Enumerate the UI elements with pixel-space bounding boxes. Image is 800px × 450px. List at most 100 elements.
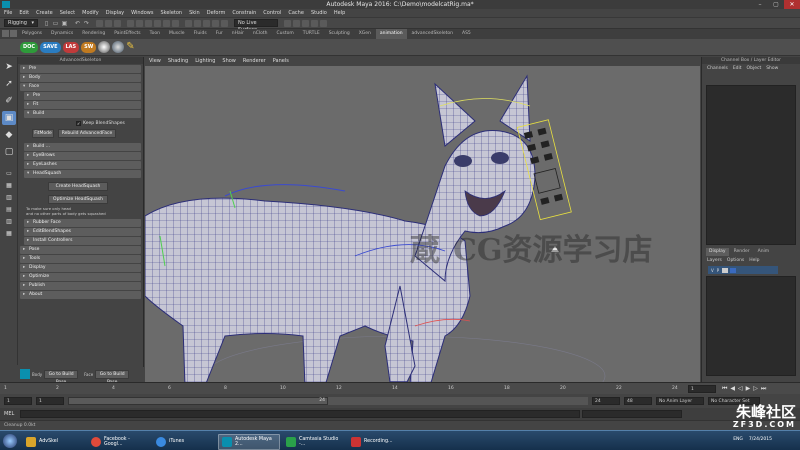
rebuild-advancedface-button[interactable]: Rebuild AdvancedFace <box>58 129 116 138</box>
layout-four-icon[interactable]: ▦ <box>2 181 16 190</box>
paint-select-icon[interactable]: ✐ <box>2 94 16 108</box>
viewport-menu-show[interactable]: Show <box>222 57 236 66</box>
mask-icon[interactable] <box>145 19 152 27</box>
redo-icon[interactable]: ↷ <box>83 20 90 27</box>
shelf-tab-painteffects[interactable]: PaintEffects <box>110 29 144 39</box>
section-display[interactable]: ▸ Display <box>20 264 141 272</box>
create-headsquash-button[interactable]: Create HeadSquash <box>48 182 108 191</box>
shelf-tab-sculpting[interactable]: Sculpting <box>325 29 354 39</box>
fitmode-button[interactable]: FitMode <box>32 129 54 138</box>
section-face-pre[interactable]: ▸ Pre <box>24 92 141 100</box>
menu-display[interactable]: Display <box>106 9 124 18</box>
shelf-tab-dynamics[interactable]: Dynamics <box>47 29 77 39</box>
channel-menu-edit[interactable]: Edit <box>733 66 742 71</box>
move-tool-icon[interactable]: ▣ <box>2 111 16 125</box>
range-start-field[interactable]: 1 <box>4 397 32 405</box>
shelf-tab-polygons[interactable]: Polygons <box>18 29 46 39</box>
section-face[interactable]: ▾ Face <box>20 83 141 91</box>
menu-skeleton[interactable]: Skeleton <box>160 9 182 18</box>
start-button[interactable] <box>3 433 17 448</box>
shelf-las-button[interactable]: LAS <box>62 41 80 53</box>
viewport-menu-view[interactable]: View <box>149 57 161 66</box>
playback-end-field[interactable]: 24 <box>592 397 620 405</box>
keep-blendshapes-checkbox[interactable]: ✓ <box>76 121 81 126</box>
viewport-menu-shading[interactable]: Shading <box>168 57 188 66</box>
step-forward-icon[interactable]: ▷ <box>753 385 758 392</box>
current-frame-field[interactable]: 1 <box>688 384 716 393</box>
mask-icon[interactable] <box>127 19 134 27</box>
viewport-menu-renderer[interactable]: Renderer <box>243 57 266 66</box>
menu-studio[interactable]: Studio <box>311 9 327 18</box>
live-surface-field[interactable]: No Live Surface <box>234 19 278 33</box>
save-scene-icon[interactable]: ▣ <box>61 20 68 27</box>
layout-graph-icon[interactable]: ▥ <box>2 217 16 226</box>
go-to-start-icon[interactable]: ⏮ <box>722 385 727 393</box>
open-scene-icon[interactable]: ▭ <box>52 20 59 27</box>
shelf-tab-xgen[interactable]: XGen <box>355 29 375 39</box>
play-backward-icon[interactable]: ◁ <box>738 385 743 392</box>
shelf-tab-nhair[interactable]: nHair <box>228 29 248 39</box>
snap-point-icon[interactable] <box>203 19 210 27</box>
viewport-menu-panels[interactable]: Panels <box>273 57 289 66</box>
section-rubber-face[interactable]: ▸ Rubber Face <box>24 219 141 227</box>
shelf-settings-icon[interactable] <box>2 30 9 37</box>
taskbar-item-recording[interactable]: Recording... <box>348 434 410 450</box>
taskbar-item-advskel[interactable]: AdvSkel <box>23 434 85 450</box>
go-to-end-icon[interactable]: ⏭ <box>761 385 766 393</box>
mel-input[interactable] <box>20 410 581 418</box>
menu-constrain[interactable]: Constrain <box>232 9 256 18</box>
snap-surface-icon[interactable] <box>221 19 228 27</box>
viewport-panel[interactable]: View Shading Lighting Show Renderer Pane… <box>145 57 700 382</box>
brush-icon[interactable]: ✎ <box>126 41 138 53</box>
shelf-save-button[interactable]: SAVE <box>40 41 61 53</box>
step-back-icon[interactable]: ◀︎ <box>730 385 735 392</box>
section-face-build[interactable]: ▾ Build <box>24 110 141 118</box>
taskbar-item-camtasia[interactable]: Camtasia Studio -... <box>283 434 345 450</box>
select-component-icon[interactable] <box>114 19 121 27</box>
rotate-tool-icon[interactable]: ◆ <box>2 128 16 142</box>
menu-file[interactable]: File <box>4 9 12 18</box>
layer-menu-options[interactable]: Options <box>727 258 744 263</box>
layout-outliner-icon[interactable]: ▤ <box>2 205 16 214</box>
range-slider-track[interactable] <box>328 397 588 405</box>
shelf-menu-icon[interactable] <box>10 30 17 37</box>
minimize-button[interactable]: – <box>752 0 768 9</box>
menu-deform[interactable]: Deform <box>207 9 226 18</box>
shelf-tab-as5[interactable]: AS5 <box>458 29 475 39</box>
menu-modify[interactable]: Modify <box>82 9 99 18</box>
taskbar-item-itunes[interactable]: iTunes <box>153 434 215 450</box>
body-build-pose-button[interactable]: Go to Build Pose <box>44 369 79 385</box>
section-headsquash[interactable]: ▾ HeadSquash <box>24 170 141 178</box>
shelf-tab-toon[interactable]: Toon <box>146 29 164 39</box>
optimize-headsquash-button[interactable]: Optimize HeadSquash <box>48 195 108 204</box>
play-forward-icon[interactable]: ▶ <box>746 385 751 392</box>
mask-icon[interactable] <box>163 19 170 27</box>
shelf-tab-fur[interactable]: Fur <box>212 29 227 39</box>
shelf-tab-animation[interactable]: animation <box>375 29 407 39</box>
layer-list[interactable] <box>706 276 796 376</box>
viewport-menu-lighting[interactable]: Lighting <box>195 57 215 66</box>
playback-start-field[interactable]: 1 <box>36 397 64 405</box>
mask-icon[interactable] <box>136 19 143 27</box>
layer-tab-display[interactable]: Display <box>706 248 729 256</box>
sphere-icon[interactable] <box>98 41 111 53</box>
snap-curve-icon[interactable] <box>194 19 201 27</box>
shelf-tab-ncloth[interactable]: nCloth <box>249 29 272 39</box>
layer-menu-help[interactable]: Help <box>749 258 759 263</box>
section-tools[interactable]: ▸ Tools <box>20 255 141 263</box>
layer-tab-anim[interactable]: Anim <box>755 248 773 256</box>
undo-icon[interactable]: ↶ <box>74 20 81 27</box>
new-scene-icon[interactable]: ▯ <box>43 20 50 27</box>
select-tool-icon[interactable]: ➤ <box>2 60 16 74</box>
taskbar-item-maya[interactable]: Autodesk Maya 2... <box>218 433 280 450</box>
layer-row[interactable]: V P <box>708 266 778 274</box>
section-publish[interactable]: ▸ Publish <box>20 282 141 290</box>
range-end-field[interactable]: 48 <box>624 397 652 405</box>
ipr-icon[interactable] <box>302 19 309 27</box>
globe-icon[interactable] <box>112 41 125 53</box>
section-about[interactable]: ▸ About <box>20 291 141 299</box>
layer-visible-toggle[interactable]: V <box>711 268 714 273</box>
section-face-fit[interactable]: ▸ Fit <box>24 101 141 109</box>
channel-menu-object[interactable]: Object <box>747 66 762 71</box>
snap-view-icon[interactable] <box>212 19 219 27</box>
